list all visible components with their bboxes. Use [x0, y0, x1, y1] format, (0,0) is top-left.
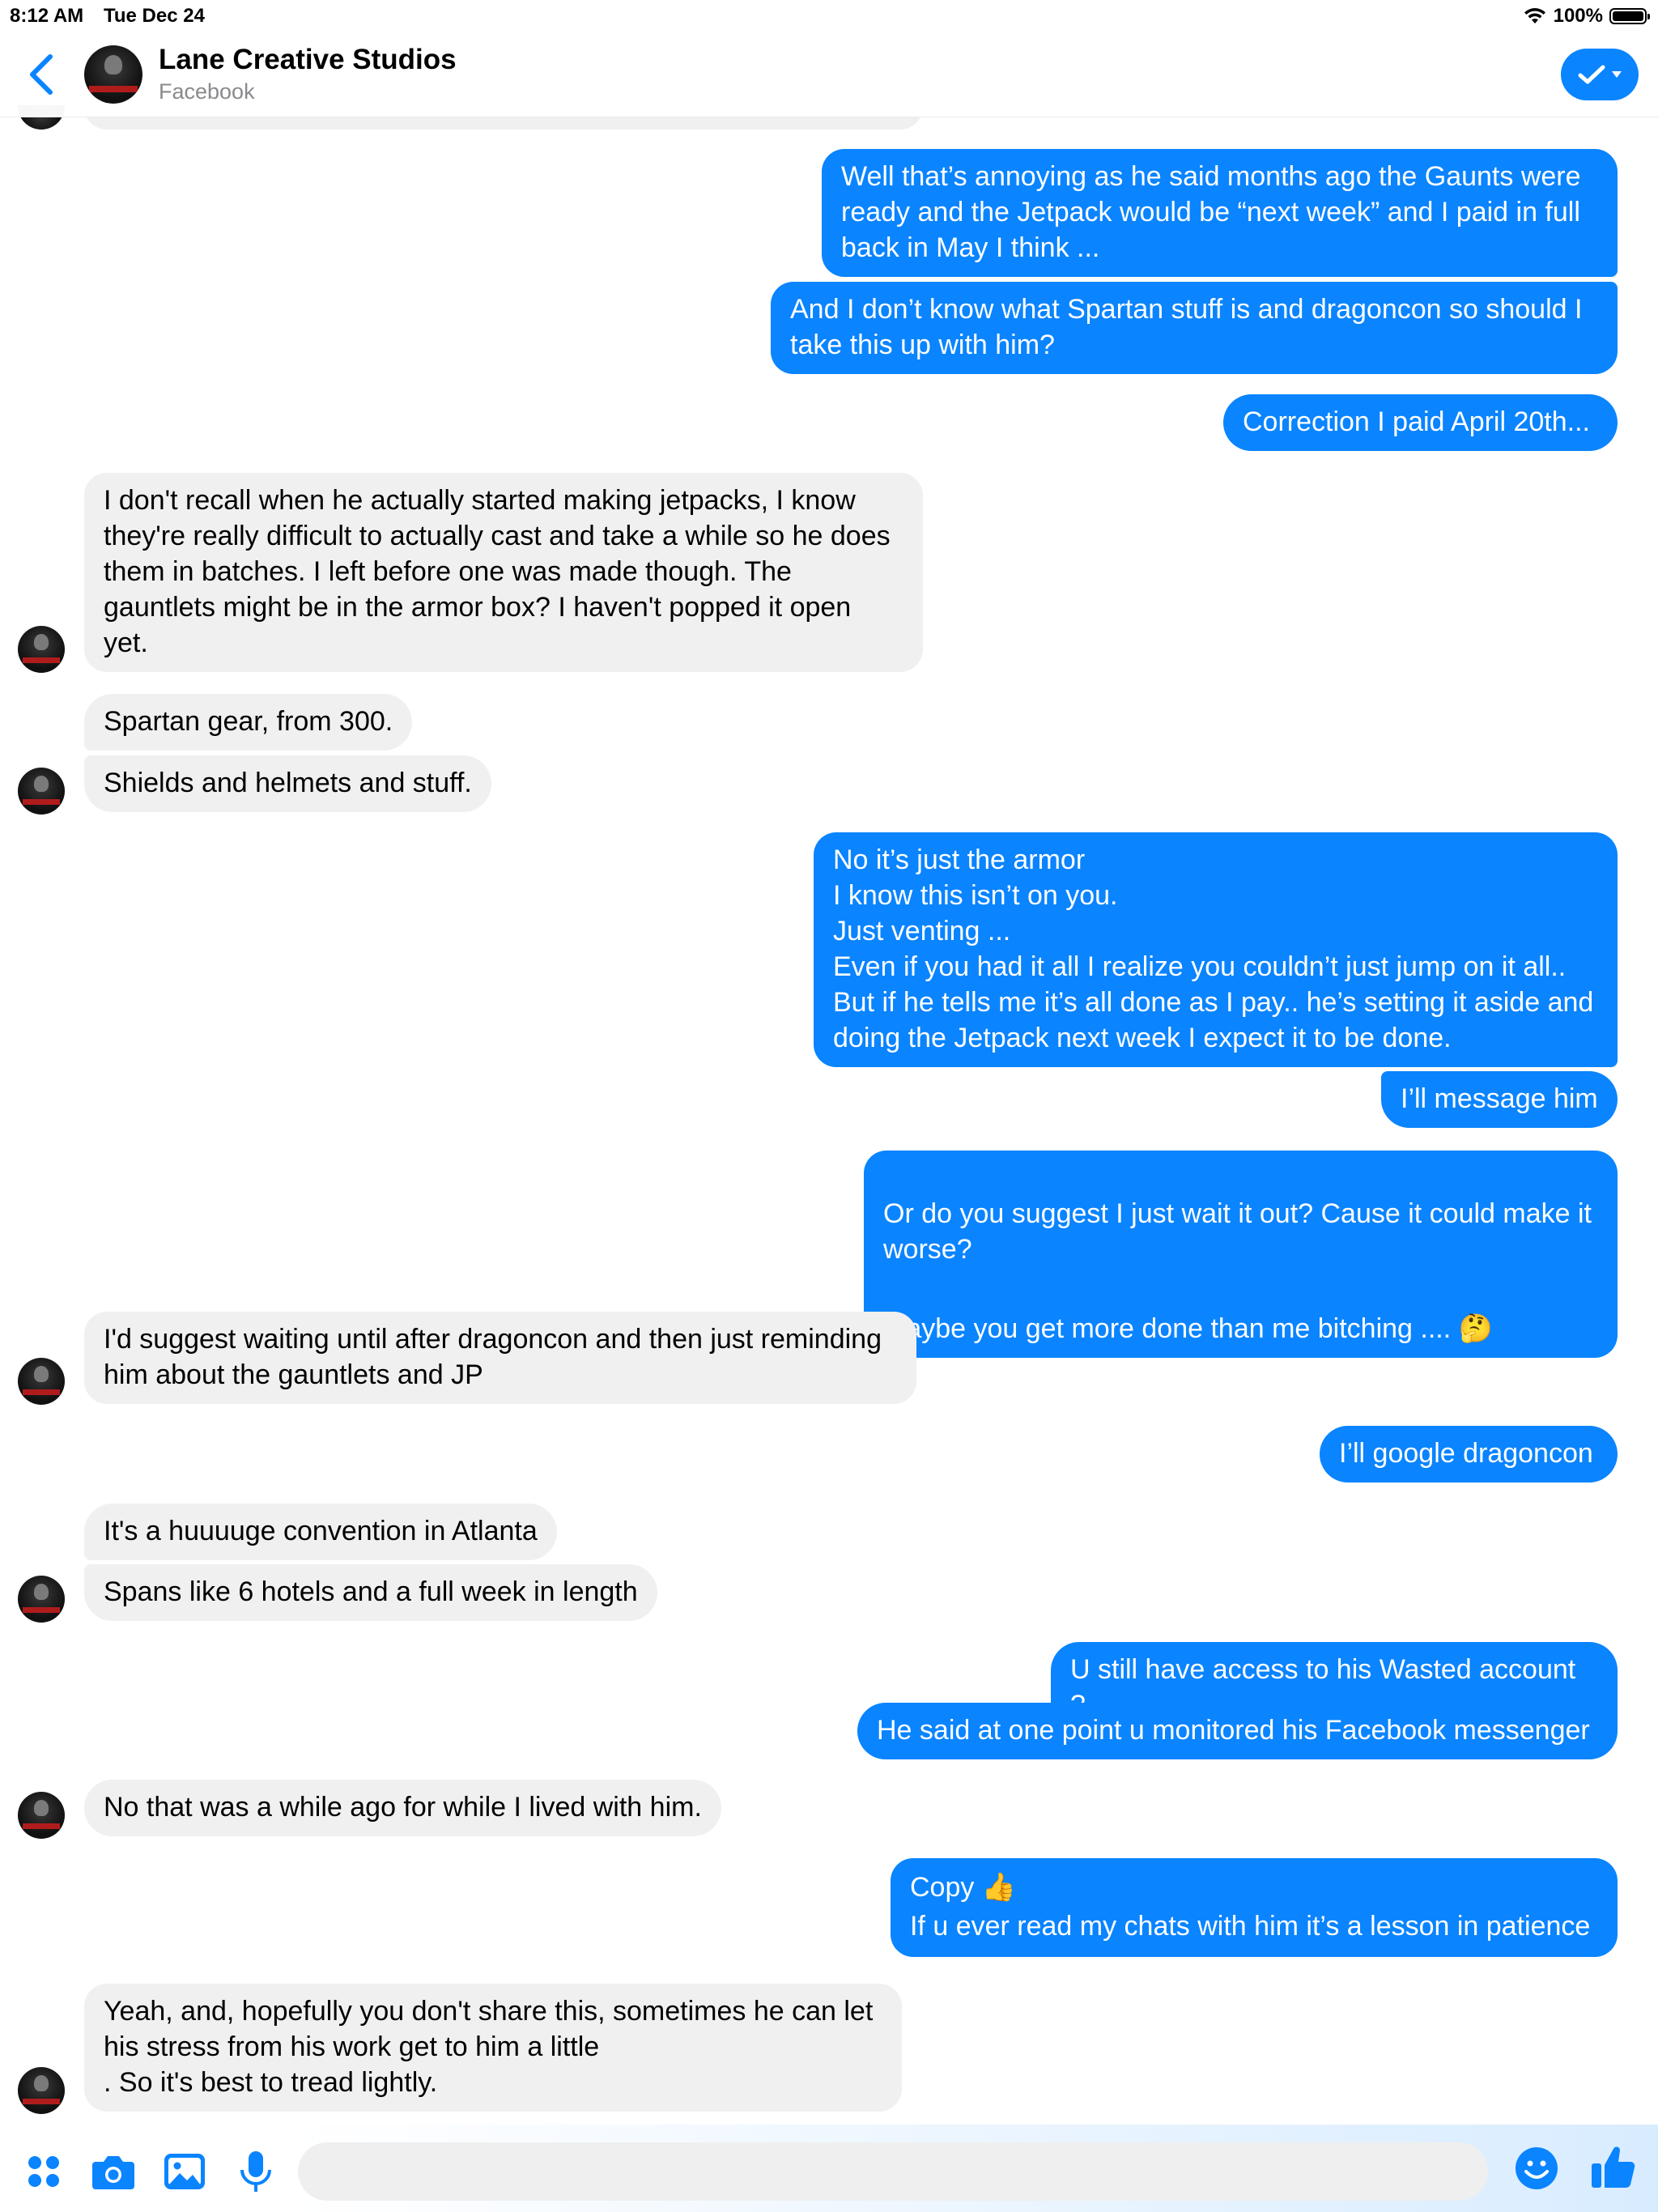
- sender-avatar: [18, 1792, 65, 1839]
- logo-stripe: [23, 1607, 60, 1613]
- message-bubble[interactable]: Shields and helmets and stuff.: [84, 755, 491, 812]
- status-right: 100%: [1523, 5, 1650, 28]
- message-text: Or do you suggest I just wait it out? Ca…: [883, 1198, 1592, 1265]
- message-bubble[interactable]: I’ll message him: [1381, 1071, 1618, 1128]
- microphone-icon[interactable]: [233, 2149, 278, 2194]
- apps-icon[interactable]: [21, 2149, 66, 2194]
- message-bubble[interactable]: Spans like 6 hotels and a full week in l…: [84, 1564, 657, 1621]
- sender-avatar: [18, 1358, 65, 1405]
- message-bubble[interactable]: And I don’t know what Spartan stuff is a…: [771, 282, 1618, 374]
- logo-figure: [34, 1584, 49, 1600]
- thumbs-up-icon[interactable]: [1588, 2142, 1637, 2191]
- composer-bar: [0, 2125, 1658, 2212]
- logo-figure: [34, 634, 49, 650]
- message-bubble[interactable]: Well that’s annoying as he said months a…: [822, 149, 1618, 277]
- logo-figure: [34, 776, 49, 792]
- logo-figure: [34, 2075, 49, 2091]
- message-bubble[interactable]: Correction I paid April 20th...: [1223, 394, 1618, 451]
- status-time: 8:12 AM: [10, 5, 84, 27]
- message-bubble[interactable]: No it’s just the armor I know this isn’t…: [814, 832, 1618, 1067]
- logo-stripe: [23, 799, 60, 805]
- battery-icon: [1609, 8, 1650, 24]
- message-bubble[interactable]: Or do you suggest I just wait it out? Ca…: [864, 1151, 1618, 1358]
- logo-stripe: [89, 86, 138, 92]
- message-input[interactable]: [298, 2142, 1488, 2201]
- logo-stripe: [23, 1389, 60, 1395]
- message-bubble[interactable]: No that was a while ago for while I live…: [84, 1780, 721, 1836]
- message-bubble[interactable]: I don't recall when he actually started …: [84, 473, 923, 672]
- message-bubble[interactable]: He said at one point u monitored his Fac…: [857, 1703, 1618, 1759]
- mark-done-button[interactable]: [1561, 49, 1639, 100]
- camera-icon[interactable]: [91, 2149, 136, 2194]
- conversation-header: Lane Creative Studios Facebook: [0, 32, 1658, 117]
- logo-figure: [34, 1366, 49, 1382]
- logo-figure: [34, 1800, 49, 1816]
- sender-avatar: [18, 1576, 65, 1623]
- wifi-icon: [1524, 8, 1545, 23]
- message-bubble[interactable]: I'd suggest waiting until after dragonco…: [84, 1312, 916, 1404]
- checkmark-icon: [1578, 65, 1605, 84]
- status-bar: 8:12 AM Tue Dec 24 100%: [0, 0, 1658, 32]
- logo-stripe: [23, 2099, 60, 2104]
- sender-avatar: [18, 626, 65, 673]
- emoji-icon[interactable]: [1514, 2146, 1559, 2191]
- message-bubble[interactable]: I’ll google dragoncon: [1320, 1426, 1618, 1482]
- message-bubble[interactable]: It's a huuuuge convention in Atlanta: [84, 1504, 557, 1560]
- logo-stripe: [23, 1823, 60, 1829]
- contact-name[interactable]: Lane Creative Studios: [159, 44, 457, 76]
- contact-avatar[interactable]: [84, 45, 142, 104]
- battery-percent: 100%: [1553, 5, 1603, 27]
- message-bubble[interactable]: Yeah, and, hopefully you don't share thi…: [84, 1984, 902, 2112]
- status-date: Tue Dec 24: [104, 5, 205, 27]
- chevron-down-icon: [1612, 71, 1622, 78]
- contact-source: Facebook: [159, 79, 255, 104]
- photo-icon[interactable]: [162, 2149, 207, 2194]
- message-text: Maybe you get more done than me bitching…: [883, 1313, 1493, 1344]
- sender-avatar: [18, 768, 65, 815]
- back-chevron-icon[interactable]: [21, 50, 62, 99]
- message-bubble[interactable]: Spartan gear, from 300.: [84, 694, 413, 751]
- message-bubble[interactable]: Copy 👍 If u ever read my chats with him …: [891, 1858, 1618, 1957]
- logo-figure: [104, 55, 122, 74]
- sender-avatar: [18, 2067, 65, 2114]
- logo-stripe: [23, 657, 60, 663]
